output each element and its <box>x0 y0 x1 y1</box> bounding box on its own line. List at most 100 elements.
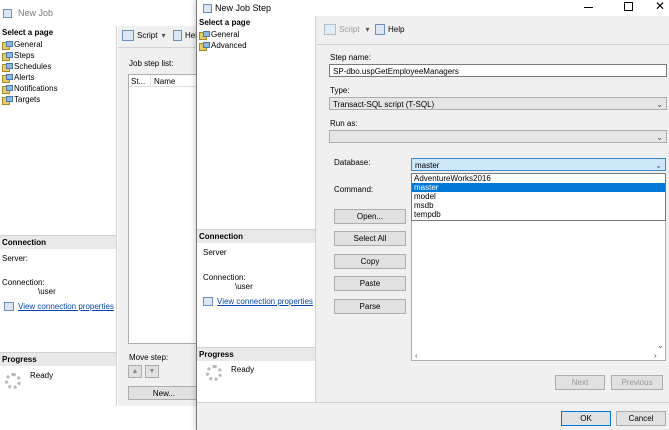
window-title: New Job <box>18 8 54 18</box>
cancel-button[interactable]: Cancel <box>616 411 666 426</box>
progress-header: Progress <box>0 352 116 366</box>
connection-label: Connection: <box>2 278 45 287</box>
scroll-down-icon[interactable]: ⌄ <box>657 341 664 350</box>
database-option[interactable]: msdb <box>412 201 665 210</box>
view-connection-properties-text: View connection properties <box>18 302 114 311</box>
paste-button[interactable]: Paste <box>334 276 406 291</box>
dialog-sidebar-page-advanced[interactable]: Advanced <box>197 40 315 51</box>
page-wrench-icon <box>2 62 13 72</box>
sidebar-page-general[interactable]: General <box>0 39 116 50</box>
database-select-value: master <box>415 161 440 170</box>
select-all-button[interactable]: Select All <box>334 231 406 246</box>
database-option[interactable]: master <box>412 183 665 192</box>
open-button[interactable]: Open... <box>334 209 406 224</box>
dialog-connection-header: Connection <box>197 229 315 243</box>
properties-icon <box>203 297 213 306</box>
dialog-script-label: Script <box>339 25 360 34</box>
close-icon[interactable]: ✕ <box>655 0 665 13</box>
page-label: Targets <box>14 95 41 104</box>
dialog-view-connection-properties-link[interactable]: View connection properties <box>203 297 313 306</box>
page-wrench-icon <box>2 51 13 61</box>
dialog-script-button[interactable]: Script ▾ <box>324 24 369 35</box>
move-up-button[interactable]: ▲ <box>128 365 142 378</box>
toolbar-divider <box>118 47 200 48</box>
command-label: Command: <box>334 185 374 194</box>
dialog-progress-spinner-icon <box>206 365 222 381</box>
run-as-label: Run as: <box>330 119 358 128</box>
page-wrench-icon <box>199 30 210 40</box>
select-page-header: Select a page <box>2 28 54 37</box>
database-option[interactable]: AdventureWorks2016 <box>412 174 665 183</box>
copy-button-label: Copy <box>360 257 380 266</box>
parse-button-label: Parse <box>359 302 381 311</box>
new-step-button[interactable]: New... <box>128 386 200 400</box>
server-label: Server: <box>2 254 28 263</box>
type-select-value: Transact-SQL script (T-SQL) <box>333 100 435 109</box>
select-all-button-label: Select All <box>353 234 387 243</box>
step-name-input[interactable]: SP-dbo.uspGetEmployeeManagers <box>329 64 667 77</box>
chevron-down-icon: ⌄ <box>656 133 663 142</box>
page-label: Advanced <box>211 41 247 50</box>
progress-spinner-icon <box>5 373 21 389</box>
page-label: General <box>14 40 43 49</box>
dialog-titlebar: New Job Step ✕ <box>197 0 669 16</box>
dialog-server-label: Server <box>203 248 227 257</box>
scroll-right-icon[interactable]: › <box>654 351 657 360</box>
dialog-connection-label: Connection: <box>203 273 246 282</box>
dialog-select-page-pane: Select a page General Advanced Connection… <box>197 16 316 402</box>
dialog-progress-header: Progress <box>197 347 315 361</box>
sidebar-page-targets[interactable]: Targets <box>0 94 116 105</box>
dialog-help-button[interactable]: Help <box>375 24 404 35</box>
copy-button[interactable]: Copy <box>334 254 406 269</box>
arrow-down-icon: ▼ <box>148 368 156 375</box>
dialog-main: Script ▾ Help Step name: SP-dbo.uspGetEm… <box>317 16 669 402</box>
page-wrench-icon <box>199 41 210 51</box>
page-label: Steps <box>14 51 35 60</box>
minimize-icon[interactable] <box>584 7 593 8</box>
page-wrench-icon <box>2 73 13 83</box>
move-down-button[interactable]: ▼ <box>145 365 159 378</box>
next-button[interactable]: Next <box>555 375 605 390</box>
parse-button[interactable]: Parse <box>334 299 406 314</box>
dialog-sidebar-page-general[interactable]: General <box>197 29 315 40</box>
view-connection-properties-link[interactable]: View connection properties <box>4 302 114 311</box>
database-option[interactable]: tempdb <box>412 210 665 219</box>
maximize-icon[interactable] <box>624 2 633 11</box>
scroll-left-icon[interactable]: ‹ <box>415 351 418 360</box>
sidebar-page-schedules[interactable]: Schedules <box>0 61 116 72</box>
column-step-header[interactable]: St... <box>129 75 151 86</box>
dialog-title: New Job Step <box>215 3 272 13</box>
help-icon <box>173 30 182 41</box>
dialog-app-icon <box>203 3 212 13</box>
previous-button[interactable]: Previous <box>611 375 663 390</box>
database-dropdown-list[interactable]: AdventureWorks2016 master model msdb tempdb <box>411 173 666 221</box>
new-job-titlebar: New Job <box>0 0 200 26</box>
job-step-list[interactable]: St... Name <box>128 74 200 344</box>
select-page-pane: Select a page General Steps Schedules Alert… <box>0 26 117 406</box>
connection-value: \user <box>38 287 56 296</box>
database-option[interactable]: model <box>412 192 665 201</box>
column-name-header[interactable]: Name <box>151 75 178 86</box>
sidebar-page-steps[interactable]: Steps <box>0 50 116 61</box>
sidebar-page-alerts[interactable]: Alerts <box>0 72 116 83</box>
help-button[interactable]: Hel <box>173 30 197 41</box>
page-label: Schedules <box>14 62 52 71</box>
script-button[interactable]: Script ▾ <box>122 30 165 41</box>
paste-button-label: Paste <box>359 279 381 288</box>
sidebar-page-notifications[interactable]: Notifications <box>0 83 116 94</box>
type-select[interactable]: Transact-SQL script (T-SQL) ⌄ <box>329 97 667 110</box>
page-label: General <box>211 30 240 39</box>
database-select[interactable]: master ⌄ <box>411 158 666 171</box>
progress-status: Ready <box>30 371 54 380</box>
page-wrench-icon <box>2 40 13 50</box>
database-label: Database: <box>334 158 371 167</box>
ok-button[interactable]: OK <box>561 411 611 426</box>
type-label: Type: <box>330 86 350 95</box>
run-as-select[interactable]: ⌄ <box>329 130 667 143</box>
page-wrench-icon <box>2 95 13 105</box>
dialog-view-connection-properties-text: View connection properties <box>217 297 313 306</box>
script-icon <box>324 24 336 35</box>
command-editor[interactable]: ‹ › ⌄ <box>411 221 666 361</box>
script-icon <box>122 30 134 41</box>
page-label: Alerts <box>14 73 35 82</box>
